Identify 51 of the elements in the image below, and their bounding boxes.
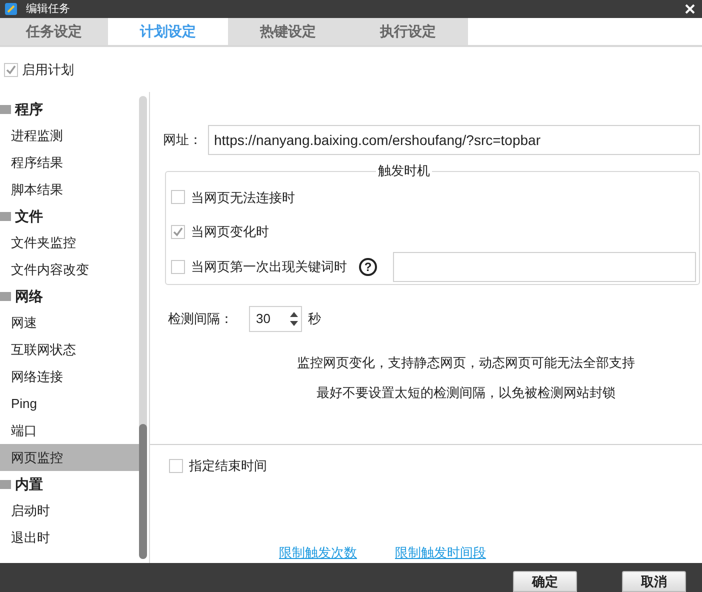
tree-item[interactable]: 文件夹监控 <box>0 229 139 256</box>
unit-label: 秒 <box>308 310 321 328</box>
tree-item[interactable]: 脚本结果 <box>0 176 139 203</box>
checkbox-label: 指定结束时间 <box>189 457 267 475</box>
tree-item[interactable]: 启动时 <box>0 497 139 524</box>
tree-item[interactable]: Ping <box>0 390 139 417</box>
collapse-icon[interactable] <box>0 104 11 114</box>
collapse-icon[interactable] <box>0 292 11 300</box>
field-label: 网址： <box>163 131 202 150</box>
tree-item[interactable]: 端口 <box>0 417 139 444</box>
tab[interactable]: 执行设定 <box>348 18 468 45</box>
tree-item[interactable]: 网页监控 <box>0 444 139 471</box>
dialog-button[interactable]: 取消 <box>622 571 686 592</box>
scrollbar-thumb[interactable] <box>139 424 147 559</box>
tree-group-label[interactable]: 内置 <box>15 474 43 494</box>
url-field[interactable]: https://nanyang.baixing.com/ershoufang/?src=topbar <box>208 125 700 155</box>
info-text: 监控网页变化，支持静态网页，动态网页可能无法全部支持 <box>297 354 635 372</box>
tree-item[interactable]: 网速 <box>0 309 139 336</box>
app-logo-icon <box>4 2 18 16</box>
checkbox[interactable] <box>169 458 183 473</box>
checkbox-label: 当网页无法连接时 <box>191 188 295 207</box>
tree-item[interactable]: 程序结果 <box>0 149 139 176</box>
help-icon[interactable]: ? <box>359 258 377 276</box>
group-title: 触发时机 <box>376 163 432 179</box>
tree-group-label[interactable]: 网络 <box>15 286 43 306</box>
checkbox[interactable] <box>4 62 18 76</box>
tree-item[interactable]: 进程监测 <box>0 122 139 149</box>
keyword-field[interactable] <box>393 252 696 282</box>
tree-item[interactable]: 文件内容改变 <box>0 256 139 283</box>
checkbox[interactable] <box>171 190 185 204</box>
field-label: 检测间隔： <box>168 310 233 328</box>
info-text: 最好不要设置太短的检测间隔，以免被检测网站封锁 <box>316 384 616 402</box>
checkbox[interactable] <box>171 225 185 239</box>
number-spinner[interactable]: 30 <box>249 306 302 332</box>
dialog-button[interactable]: 确定 <box>513 571 577 592</box>
spin-arrows-icon[interactable] <box>289 310 299 328</box>
close-icon <box>685 4 695 14</box>
collapse-icon[interactable] <box>0 212 11 220</box>
checkbox[interactable] <box>171 260 185 274</box>
tree-item[interactable]: 网络连接 <box>0 363 139 390</box>
checkbox-label: 当网页第一次出现关键词时 <box>191 258 347 276</box>
window-title: 编辑任务 <box>26 4 70 14</box>
collapse-icon[interactable] <box>0 480 11 488</box>
checkbox-label: 当网页变化时 <box>191 223 269 242</box>
checkbox-label: 启用计划 <box>22 60 74 79</box>
tree-item[interactable]: 互联网状态 <box>0 336 139 363</box>
tab[interactable]: 热键设定 <box>228 18 348 45</box>
tree-group-label[interactable]: 文件 <box>15 206 43 226</box>
tree-item[interactable]: 退出时 <box>0 524 139 551</box>
tab[interactable]: 任务设定 <box>0 18 108 45</box>
tree-group-label[interactable]: 程序 <box>15 98 43 120</box>
